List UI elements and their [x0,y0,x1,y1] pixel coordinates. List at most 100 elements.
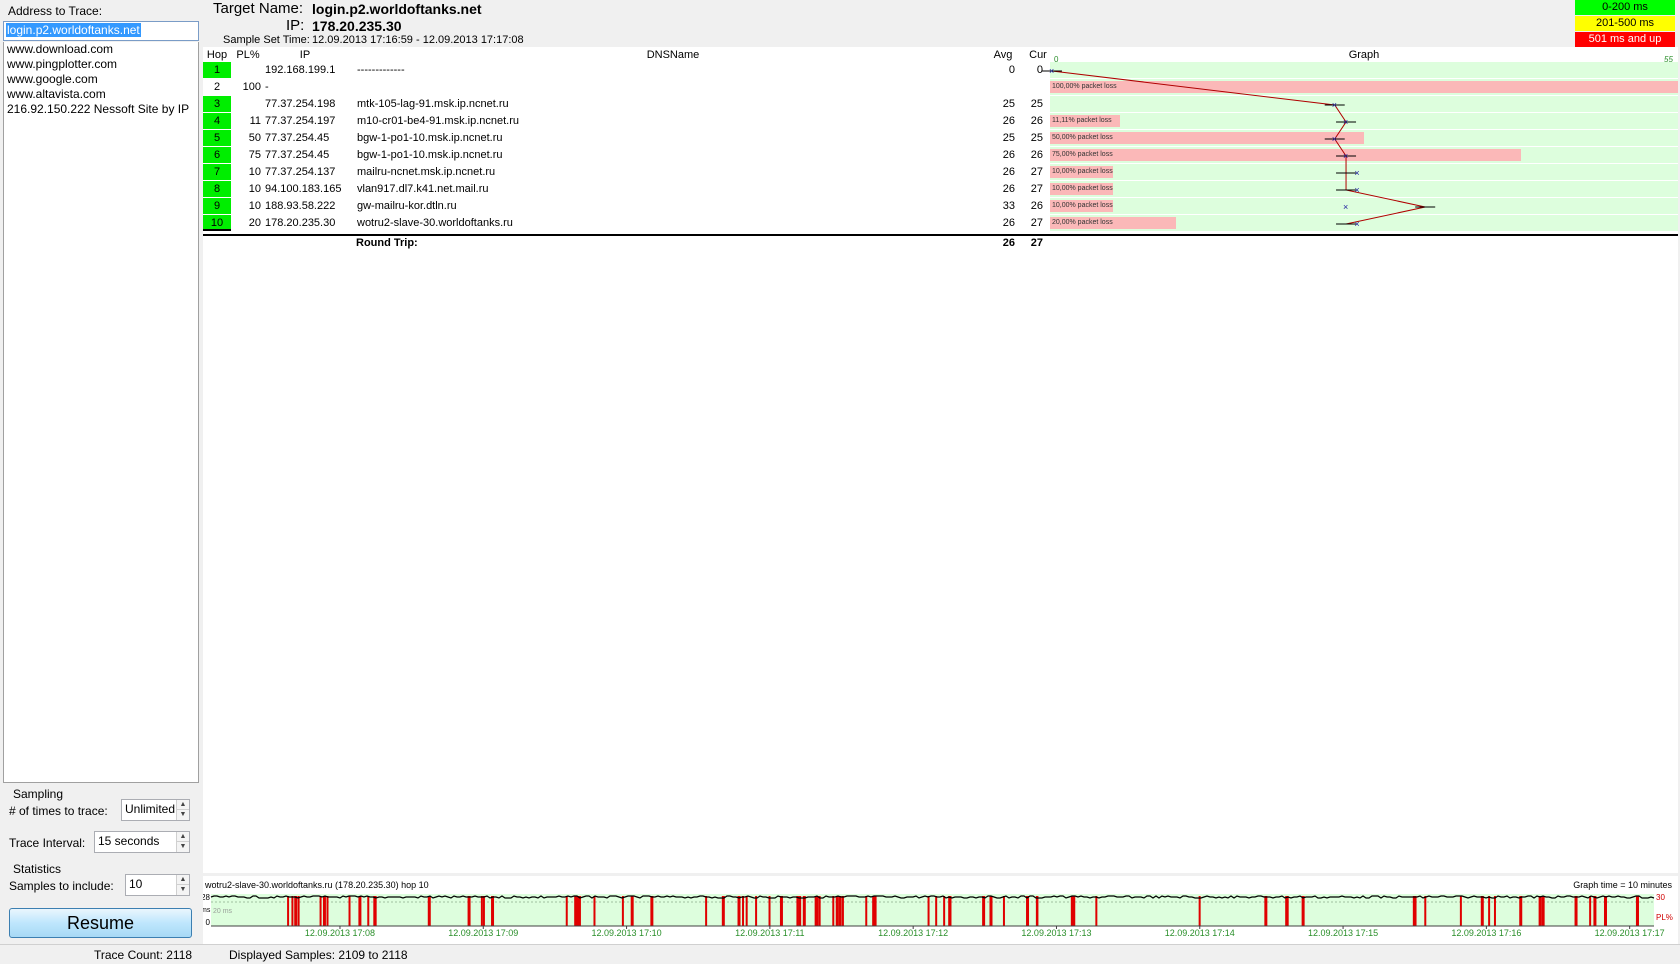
column-header-pl[interactable]: PL% [233,49,263,61]
address-history-item[interactable]: 216.92.150.222 Nessoft Site by IP [4,102,198,117]
address-input[interactable]: login.p2.worldoftanks.net [3,21,199,41]
timeline-y-max: 28 [203,893,211,902]
column-header-dnsname[interactable]: DNSName [353,49,993,61]
packet-loss-spike [1603,896,1607,926]
address-history-item[interactable]: www.google.com [4,72,198,87]
hop-ip: 77.37.254.45 [265,149,330,161]
current-latency-marker: × [1343,151,1348,161]
packet-loss-spike [841,896,844,926]
target-name-label: Target Name: [213,0,304,17]
packet-loss-percent: 20 [248,217,261,229]
packet-loss-spike [1286,896,1289,926]
timeline-plot: 28 020 ms 30 PL% ms 12.09.2013 17:08 12.09.201… [203,893,1673,938]
packet-loss-spike [358,896,362,926]
timeline-time-label: 12.09.2013 17:17 [1595,928,1665,938]
address-history-item[interactable]: www.pingplotter.com [4,57,198,72]
packet-loss-spike [1519,896,1523,926]
hop-cur: 25 [1030,98,1043,110]
column-header-hop[interactable]: Hop [203,49,231,61]
hop-cur: 25 [1030,132,1043,144]
packet-loss-spike [348,896,351,926]
address-history-item[interactable]: www.download.com [4,42,198,57]
trace-interval-spinner[interactable]: 15 seconds ▲ ▼ [94,831,190,853]
spin-up-icon[interactable]: ▲ [177,800,189,810]
hop-cur: 26 [1030,149,1043,161]
column-header-ip[interactable]: IP [265,49,345,61]
timeline-time-label: 12.09.2013 17:14 [1165,928,1235,938]
address-history-list[interactable]: www.download.com www.pingplotter.com www… [3,42,199,783]
hop-avg: 25 [1002,132,1015,144]
packet-loss-percent: 11 [249,115,261,127]
times-to-trace-spinner[interactable]: Unlimited ▲ ▼ [121,799,190,821]
spin-down-icon[interactable]: ▼ [177,810,189,820]
packet-loss-spike [491,896,495,926]
timeline-time-label: 12.09.2013 17:13 [1021,928,1091,938]
spin-down-icon[interactable]: ▼ [177,842,189,852]
round-trip-label: Round Trip: [356,237,418,249]
samples-to-include-label: Samples to include: [9,879,114,893]
packet-loss-spike [1412,896,1415,926]
packet-loss-spike [1002,896,1005,926]
packet-loss-spike [737,896,741,926]
sample-set-time-label: Sample Set Time: [223,34,310,46]
hop-avg: 26 [1002,115,1015,127]
packet-loss-spike [374,896,377,926]
packet-loss-spike [943,896,946,926]
graph-scale-max: 55 [1664,55,1673,64]
hop-dnsname: bgw-1-po1-10.msk.ip.ncnet.ru [357,132,503,144]
hop-ip: 94.100.183.165 [265,183,342,195]
trace-interval-label: Trace Interval: [9,836,86,850]
packet-loss-spike [1493,896,1496,926]
packet-loss-percent: 50 [248,132,261,144]
packet-loss-spike [1589,896,1592,926]
packet-loss-spike [1541,896,1545,926]
hop-dnsname: gw-mailru-kor.dtln.ru [357,200,457,212]
target-ip: 178.20.235.30 [312,18,402,34]
address-input-value: login.p2.worldoftanks.net [6,23,141,37]
column-header-avg[interactable]: Avg [983,49,1023,61]
hop-dnsname: m10-cr01-be4-91.msk.ip.ncnet.ru [357,115,520,127]
packet-loss-spike [367,896,370,926]
current-latency-marker: × [1354,219,1359,229]
trace-interval-value: 15 seconds [98,834,160,848]
hop-dnsname: ------------- [357,64,405,76]
spin-down-icon[interactable]: ▼ [177,885,189,895]
samples-to-include-spinner[interactable]: 10 ▲ ▼ [125,874,190,896]
samples-to-include-value: 10 [129,877,143,891]
timeline-time-label: 12.09.2013 17:08 [305,928,375,938]
resume-button[interactable]: Resume [9,908,192,938]
hop-avg: 26 [1002,166,1015,178]
hop-avg: 26 [1002,183,1015,195]
hop-number: 3 [203,96,231,112]
packet-loss-spike [768,896,771,926]
current-latency-marker: × [1354,168,1359,178]
packet-loss-spike [1488,896,1491,926]
trace-table[interactable]: Hop PL% IP DNSName Avg Cur Graph 1 192.16… [203,47,1678,873]
status-bar: Trace Count: 2118 Displayed Samples: 210… [0,944,1680,964]
address-history-item[interactable]: www.altavista.com [4,87,198,102]
hop-number: 10 [203,215,231,231]
packet-loss-spike [565,896,568,926]
current-latency-marker: × [1332,134,1337,144]
latency-line [1051,70,1426,225]
packet-loss-spike [593,896,596,926]
spin-up-icon[interactable]: ▲ [177,832,189,842]
packet-loss-spike [742,896,745,926]
packet-loss-percent: 10 [248,183,261,195]
hop-dnsname: mtk-105-lag-91.msk.ip.ncnet.ru [357,98,509,110]
times-to-trace-label: # of times to trace: [9,804,108,818]
packet-loss-spike [982,896,986,926]
packet-loss-spike [1301,896,1305,926]
column-header-graph[interactable]: Graph [1050,49,1678,61]
packet-loss-spike [1635,896,1639,926]
packet-loss-spike [935,896,938,926]
timeline-graph[interactable]: wotru2-slave-30.worldoftanks.ru (178.20.… [203,876,1678,946]
packet-loss-spike [574,896,578,926]
packet-loss-percent: 75 [248,149,261,161]
packet-loss-percent: 100 [242,81,261,93]
spin-up-icon[interactable]: ▲ [177,875,189,885]
packet-loss-spike [1574,896,1578,926]
packet-loss-spike [1072,896,1076,926]
hop-avg: 0 [1008,64,1015,76]
packet-loss-spike [721,896,725,926]
